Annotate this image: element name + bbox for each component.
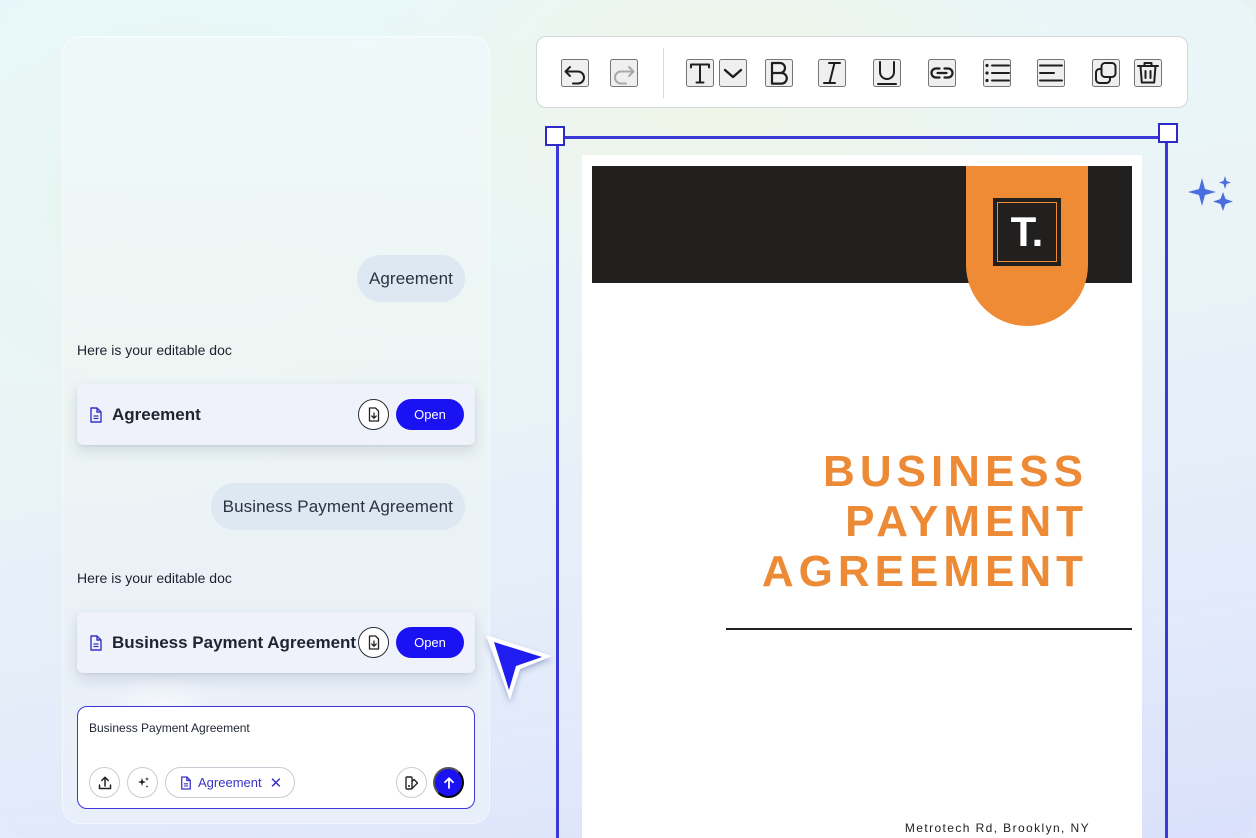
composer-input[interactable]: Business Payment Agreement — [89, 721, 250, 735]
underline-icon — [873, 59, 901, 87]
arrow-up-icon — [442, 776, 456, 790]
doc-card-title: Agreement — [112, 404, 201, 424]
document-icon — [180, 775, 192, 790]
doc-card-business-payment-agreement[interactable]: Business Payment Agreement Open — [77, 612, 475, 673]
bold-icon — [765, 59, 793, 87]
attachment-chip-label: Agreement — [198, 775, 262, 790]
toolbar-divider — [663, 48, 664, 98]
document-icon — [89, 634, 103, 651]
magic-button[interactable] — [127, 767, 158, 798]
text-style-button[interactable] — [686, 59, 714, 87]
editor-toolbar — [536, 36, 1188, 108]
sparkle-icon — [1188, 176, 1233, 211]
cursor-pointer-icon — [486, 635, 552, 700]
align-left-icon — [1037, 59, 1065, 87]
doc-card-agreement[interactable]: Agreement Open — [77, 384, 475, 445]
assistant-message: Here is your editable doc — [77, 570, 232, 586]
doc-card-title: Business Payment Agreement — [112, 632, 357, 652]
bullet-list-button[interactable] — [983, 59, 1011, 87]
layout-button[interactable] — [396, 767, 427, 798]
trash-icon — [1134, 59, 1162, 87]
delete-button[interactable] — [1134, 59, 1162, 87]
undo-button[interactable] — [561, 59, 589, 87]
upload-button[interactable] — [89, 767, 120, 798]
send-button[interactable] — [433, 767, 464, 798]
selection-box — [556, 136, 1168, 838]
align-left-button[interactable] — [1037, 59, 1065, 87]
open-button[interactable]: Open — [396, 627, 464, 658]
message-composer[interactable]: Business Payment Agreement Agreement ✕ — [77, 706, 475, 809]
close-icon[interactable]: ✕ — [270, 774, 283, 792]
download-button[interactable] — [358, 399, 389, 430]
resize-handle-top-right[interactable] — [1158, 123, 1178, 143]
underline-button[interactable] — [873, 59, 901, 87]
text-icon — [686, 59, 714, 87]
duplicate-icon — [1092, 59, 1120, 87]
undo-icon — [561, 59, 589, 87]
italic-button[interactable] — [818, 59, 846, 87]
user-message: Agreement — [356, 255, 465, 302]
bullet-list-icon — [983, 59, 1011, 87]
sparkle-icon — [136, 776, 150, 790]
open-button[interactable]: Open — [396, 399, 464, 430]
chevron-down-icon — [721, 61, 745, 85]
upload-icon — [97, 775, 113, 791]
download-button[interactable] — [358, 627, 389, 658]
attachment-chip[interactable]: Agreement ✕ — [165, 767, 295, 798]
italic-icon — [818, 59, 846, 87]
user-message: Business Payment Agreement — [210, 483, 465, 530]
chat-panel: Agreement Here is your editable doc Agre… — [62, 36, 490, 824]
document-icon — [89, 406, 103, 423]
link-button[interactable] — [928, 59, 956, 87]
duplicate-button[interactable] — [1092, 59, 1120, 87]
bold-button[interactable] — [765, 59, 793, 87]
redo-icon — [610, 59, 638, 87]
layout-icon — [404, 775, 420, 791]
resize-handle-top-left[interactable] — [545, 126, 565, 146]
link-icon — [928, 59, 956, 87]
download-icon — [367, 407, 381, 422]
redo-button[interactable] — [610, 59, 638, 87]
text-style-dropdown[interactable] — [719, 59, 747, 87]
assistant-message: Here is your editable doc — [77, 342, 232, 358]
download-icon — [367, 635, 381, 650]
